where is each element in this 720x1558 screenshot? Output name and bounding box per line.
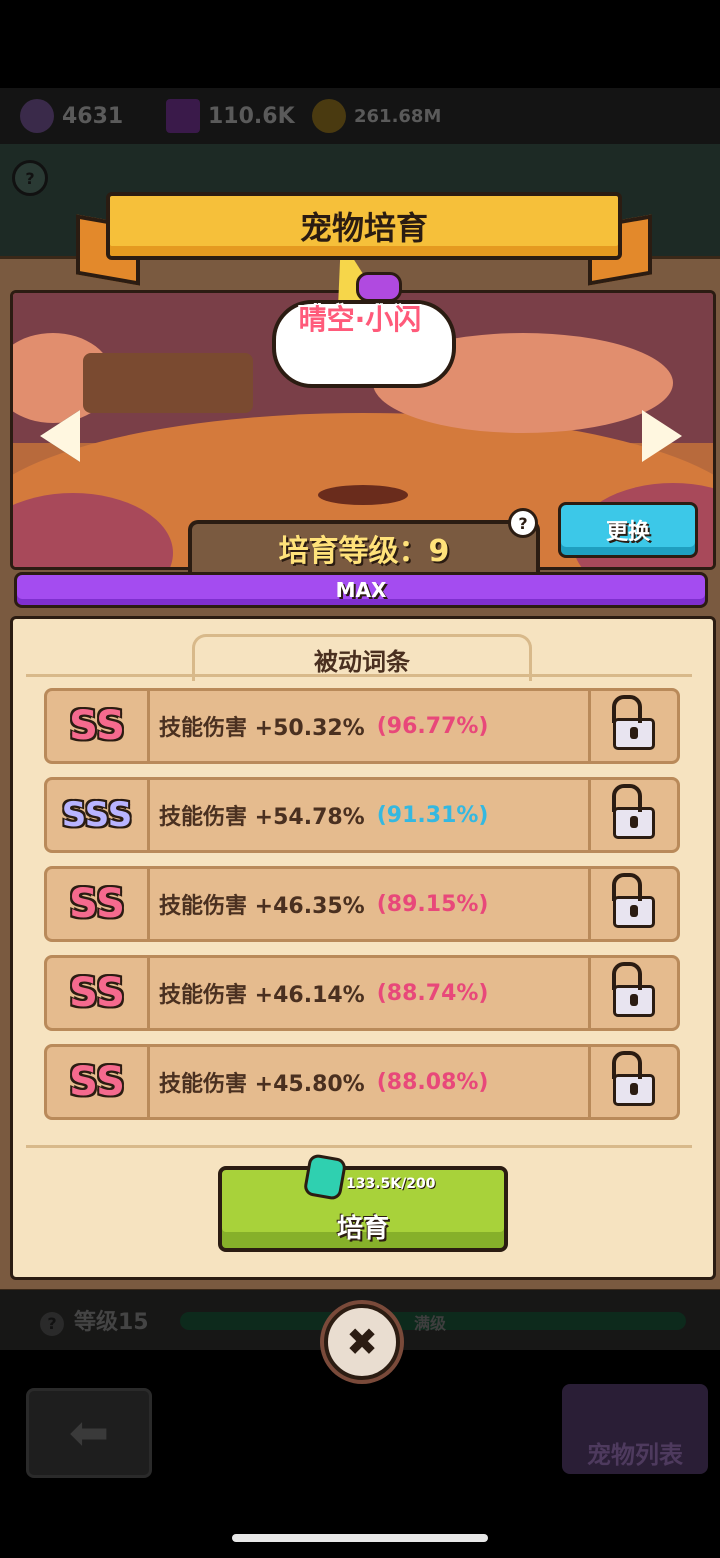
passive-row: SSS 技能伤害 +54.78% (91.31%) [44,777,680,853]
crystal-icon [166,99,200,133]
grade-badge: SS [47,1047,150,1117]
gem-count: 4631 [62,103,124,129]
passive-percent: (91.31%) [376,802,489,828]
grade-badge: SSS [47,780,150,850]
passive-text: 技能伤害 +46.14% (88.74%) [159,958,488,1028]
pet-name: 晴空·小闪 [298,303,422,336]
passive-text: 技能伤害 +46.35% (89.15%) [159,869,488,939]
passive-percent: (88.74%) [376,980,489,1006]
coin-icon [312,99,346,133]
background-help-icon-2: ? [40,1312,64,1336]
passive-row: SS 技能伤害 +50.32% (96.77%) [44,688,680,764]
next-pet-arrow[interactable] [642,410,682,462]
previous-pet-arrow[interactable] [40,410,80,462]
back-button[interactable]: ⬅ [26,1388,152,1478]
background-max-label: 满级 [414,1314,447,1333]
background-help-icon: ? [12,160,48,196]
grade-badge: SS [47,958,150,1028]
panel-title: 宠物培育 [106,192,622,260]
breed-button-label: 培育 [336,1214,389,1244]
progress-text: MAX [335,578,387,602]
passive-text: 技能伤害 +45.80% (88.08%) [159,1047,488,1117]
unlock-icon[interactable] [588,869,677,939]
passive-row: SS 技能伤害 +45.80% (88.08%) [44,1044,680,1120]
breed-cost: 133.5K/200 [346,1176,436,1192]
coin-resource: 261.68M [312,96,441,136]
passive-row: SS 技能伤害 +46.14% (88.74%) [44,955,680,1031]
background-level: ? 等级15 [40,1304,149,1336]
gem-resource: 4631 [20,96,123,136]
breed-level: 培育等级：9 [188,520,540,572]
unlock-icon[interactable] [588,958,677,1028]
close-button[interactable]: ✖ [324,1304,400,1380]
background-level-label: 等级15 [74,1310,149,1335]
breed-progress-bar: MAX [14,572,708,608]
green-gem-icon [302,1153,348,1201]
passive-value: 技能伤害 +54.78% [159,805,365,830]
pet-list-label: 宠物列表 [587,1441,683,1469]
helmet-icon [20,99,54,133]
swap-button[interactable]: 更换 [558,502,698,558]
unlock-icon[interactable] [588,691,677,761]
breed-button[interactable]: 133.5K/200 培育 [218,1166,508,1252]
grade-badge: SS [47,869,150,939]
passive-text: 技能伤害 +50.32% (96.77%) [159,691,488,761]
back-arrow-icon: ⬅ [68,1405,110,1461]
passive-row: SS 技能伤害 +46.35% (89.15%) [44,866,680,942]
coin-count: 261.68M [354,105,442,127]
passive-percent: (96.77%) [376,713,489,739]
breed-help-icon[interactable]: ? [508,508,538,538]
breed-level-label: 培育等级：9 [278,534,450,569]
crystal-count: 110.6K [208,103,295,129]
passive-value: 技能伤害 +46.14% [159,983,365,1008]
crystal-resource: 110.6K [166,96,295,136]
passive-text: 技能伤害 +54.78% (91.31%) [159,780,488,850]
unlock-icon[interactable] [588,780,677,850]
passive-percent: (88.08%) [376,1069,489,1095]
passive-value: 技能伤害 +45.80% [159,1072,365,1097]
grade-badge: SS [47,691,150,761]
passive-value: 技能伤害 +50.32% [159,716,365,741]
pet-list-button[interactable]: 宠物列表 [562,1384,708,1474]
home-indicator[interactable] [232,1534,488,1542]
passive-value: 技能伤害 +46.35% [159,894,365,919]
passive-percent: (89.15%) [376,891,489,917]
unlock-icon[interactable] [588,1047,677,1117]
